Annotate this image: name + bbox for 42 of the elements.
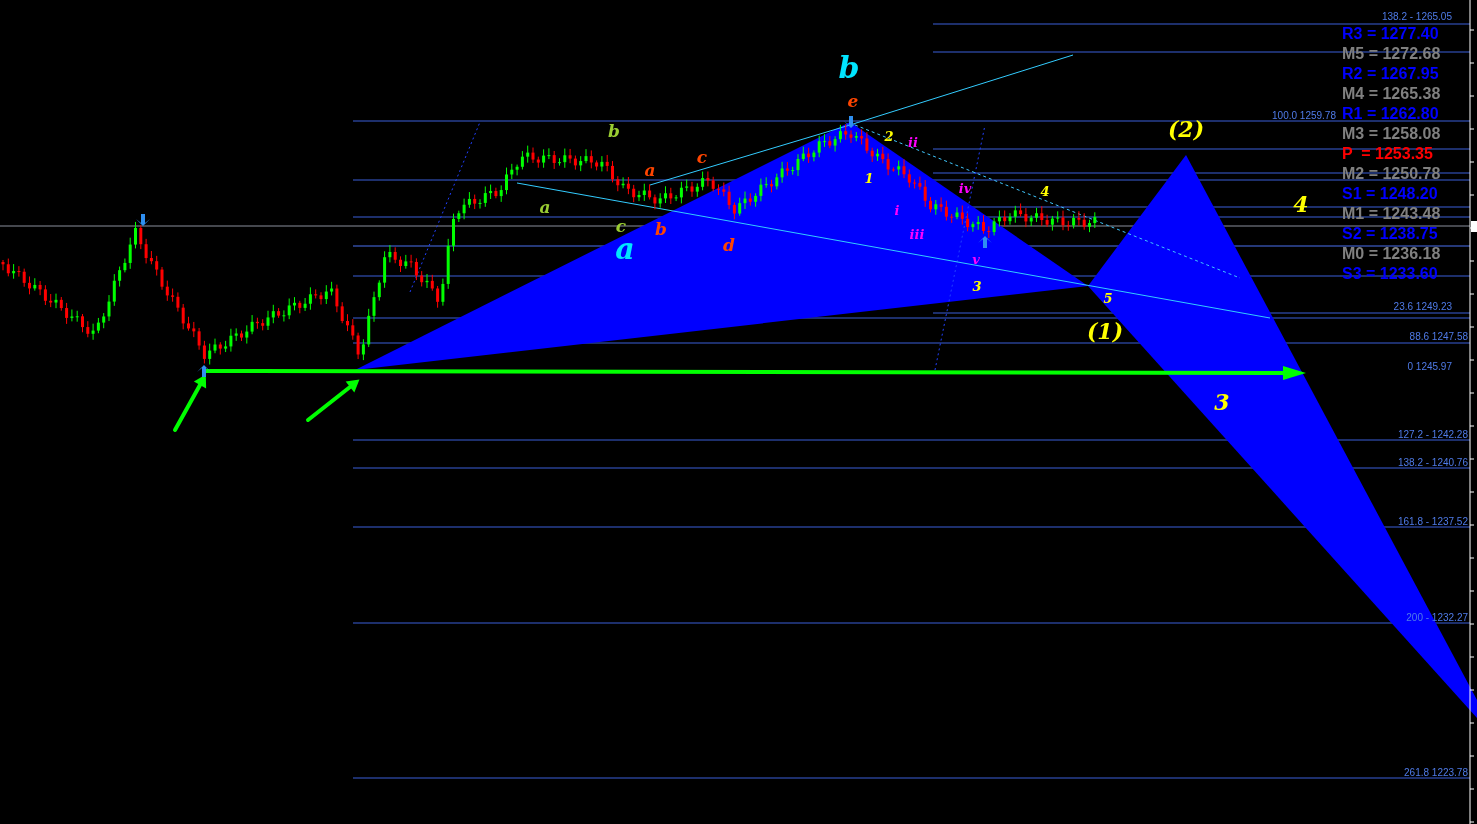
- wave-label: c: [696, 147, 708, 167]
- pivot-level-label: M4 = 1265.38: [1342, 85, 1441, 102]
- wave-label: 2: [884, 129, 894, 144]
- wave-label: 4: [1293, 191, 1309, 217]
- wave-label: (2): [1167, 116, 1205, 142]
- wave-label: 5: [1103, 291, 1113, 306]
- fib-level-label: 261.8 1223.78: [1404, 767, 1468, 778]
- pivot-level-label: S3 = 1233.60: [1342, 265, 1438, 282]
- pivot-level-label: S2 = 1238.75: [1342, 225, 1438, 242]
- fib-level-label: 0 1245.97: [1407, 361, 1452, 372]
- wave-label: a: [539, 197, 551, 217]
- pivot-level-label: R3 = 1277.40: [1342, 25, 1439, 42]
- wave-label: e: [847, 91, 859, 111]
- pivot-level-label: P = 1253.35: [1342, 145, 1433, 162]
- wave-label: 3: [1214, 389, 1230, 415]
- fib-level-label: 88.6 1247.58: [1409, 331, 1468, 342]
- fib-level-label: 138.2 - 1265.05: [1381, 11, 1452, 22]
- fib-level-label: 138.2 - 1240.76: [1397, 457, 1468, 468]
- pivot-level-label: S1 = 1248.20: [1342, 185, 1438, 202]
- wave-label: d: [723, 235, 735, 255]
- wave-label: iii: [909, 227, 925, 242]
- fib-level-label: 127.2 - 1242.28: [1397, 429, 1468, 440]
- fib-level-label: 100.0 1259.78: [1272, 110, 1336, 121]
- wave-label: (1): [1086, 318, 1124, 344]
- wave-label: iv: [958, 181, 972, 196]
- wave-label: b: [838, 50, 860, 85]
- wave-label: 3: [972, 279, 982, 294]
- wave-label: a: [644, 160, 656, 180]
- fib-level-label: 200 - 1232.27: [1406, 612, 1468, 623]
- wave-label: ii: [908, 135, 918, 150]
- wave-label: v: [972, 252, 980, 267]
- wave-label: 4: [1040, 184, 1050, 199]
- fib-level-label: 23.6 1249.23: [1393, 301, 1452, 312]
- wave-label: i: [894, 203, 900, 218]
- wave-label: b: [608, 121, 620, 141]
- pivot-level-label: M0 = 1236.18: [1342, 245, 1441, 262]
- fib-level-label: 161.8 - 1237.52: [1397, 516, 1468, 527]
- wave-label: b: [655, 219, 667, 239]
- pivot-level-label: R2 = 1267.95: [1342, 65, 1439, 82]
- pivot-level-label: R1 = 1262.80: [1342, 105, 1439, 122]
- pivot-level-label: M3 = 1258.08: [1342, 125, 1441, 142]
- wave-label: 1: [864, 171, 874, 186]
